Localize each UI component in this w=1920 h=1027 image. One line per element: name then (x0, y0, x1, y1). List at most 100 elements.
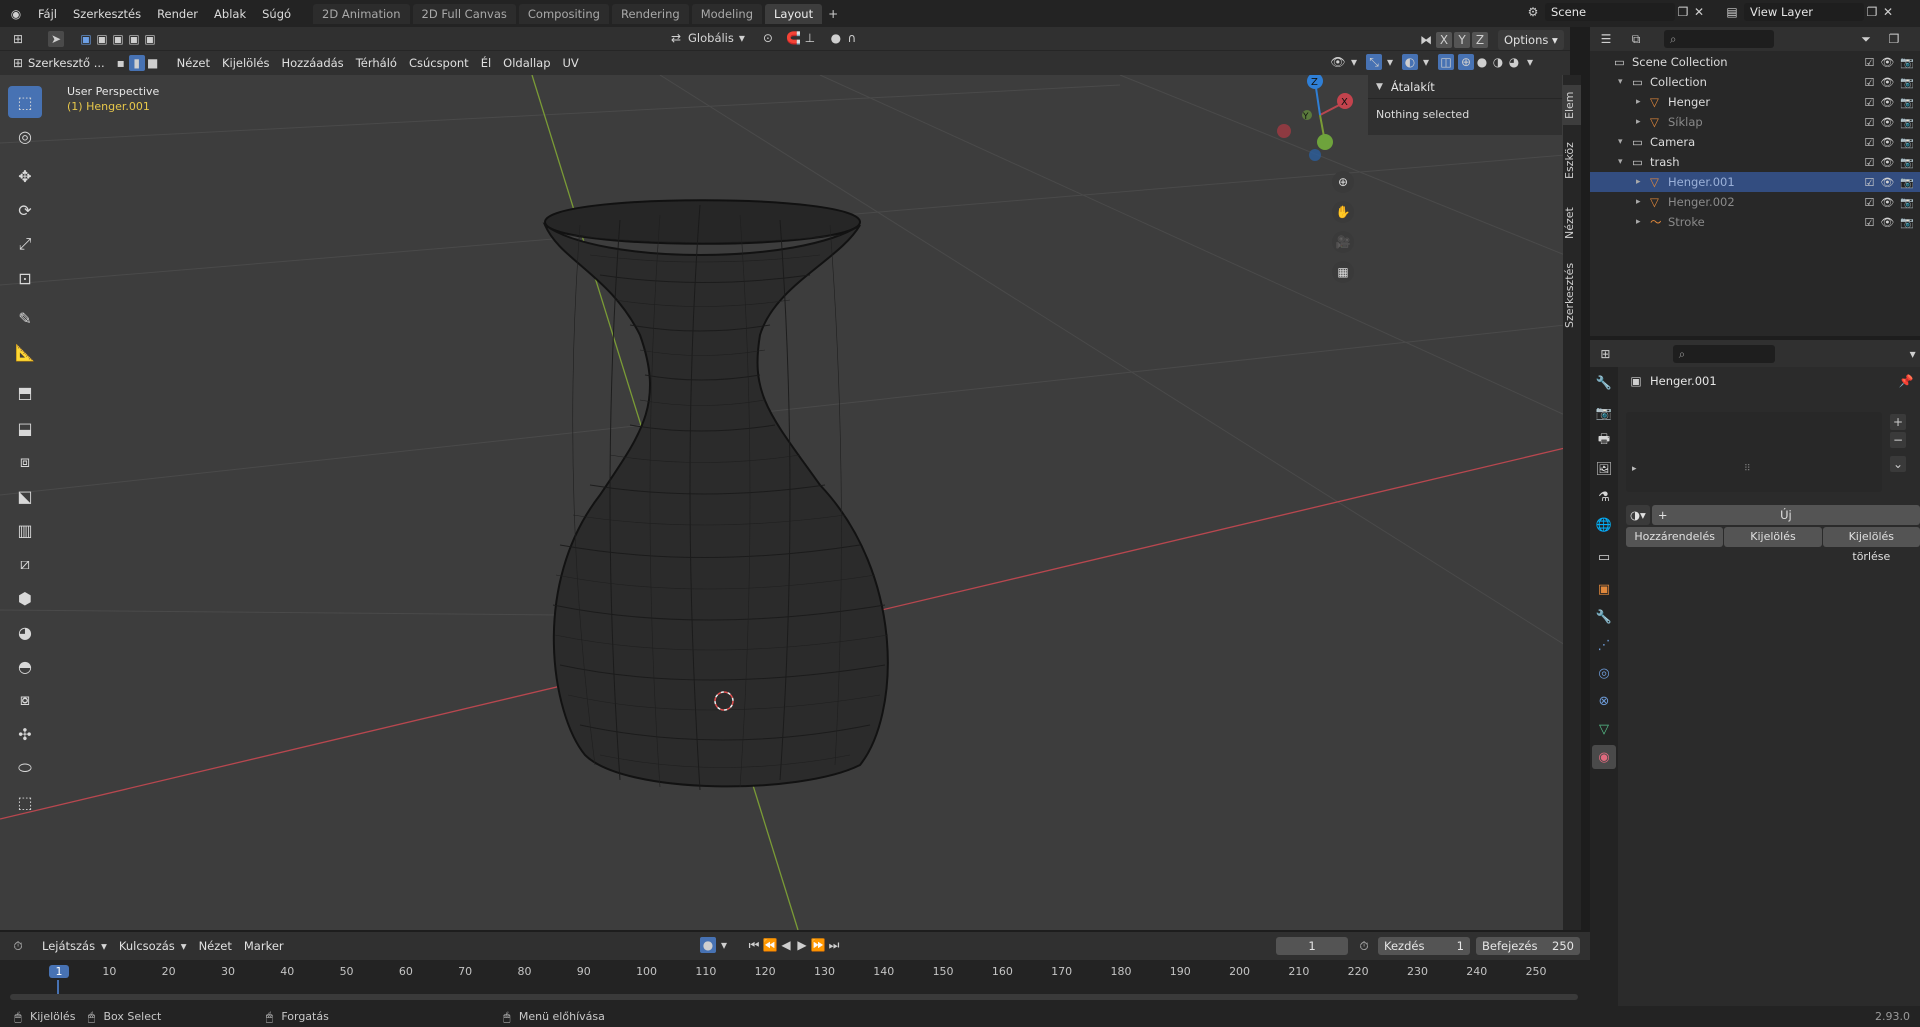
view-layer-field[interactable]: View Layer (1744, 3, 1864, 21)
ortho-grid-icon[interactable]: ▦ (1332, 261, 1354, 283)
collection-props-icon[interactable]: ▭ (1592, 545, 1616, 569)
annotate-tool[interactable]: ✎ (8, 302, 42, 334)
shear-tool[interactable]: ⬭ (8, 752, 42, 784)
constraints-icon[interactable]: ⊗ (1592, 689, 1616, 713)
3d-viewport[interactable]: X Y Z User Perspective (1) Henger.001 ⊕ … (0, 75, 1565, 930)
eye-icon[interactable]: 👁 (1880, 136, 1894, 149)
proportional-icon[interactable]: ● (828, 30, 844, 46)
particles-icon[interactable]: ⋰ (1592, 633, 1616, 657)
scene-props-icon[interactable]: ⚗ (1592, 485, 1616, 509)
select-extend-icon[interactable]: ▣ (94, 31, 110, 47)
play-reverse-icon[interactable]: ◀ (778, 937, 794, 953)
camera-icon[interactable]: 📷 (1900, 196, 1914, 209)
delete-scene-icon[interactable]: ✕ (1691, 4, 1707, 20)
xray-icon[interactable]: ◫ (1438, 54, 1454, 70)
mirror-icon[interactable]: ⧓ (1418, 32, 1434, 48)
camera-icon[interactable]: 📷 (1900, 136, 1914, 149)
pin-icon[interactable]: 📌 (1898, 373, 1914, 389)
loop-cut-tool[interactable]: ▥ (8, 514, 42, 546)
expand-icon[interactable]: ▸ (1636, 117, 1641, 127)
cursor-tool[interactable]: ◎ (8, 120, 42, 152)
outliner-row[interactable]: ▸ 〜 Stroke ☑ 👁 📷 (1590, 212, 1920, 232)
chevron-down-icon[interactable]: ▾ (1905, 346, 1920, 362)
viewport-menu-3[interactable]: Térháló (350, 56, 403, 70)
falloff-icon[interactable]: ∩ (844, 30, 860, 46)
select-invert-icon[interactable]: ▣ (126, 31, 142, 47)
expand-icon[interactable]: ▾ (1618, 137, 1623, 147)
pivot-icon[interactable]: ⊙ (760, 30, 776, 46)
wireframe-shading-icon[interactable]: ⊕ (1458, 54, 1474, 70)
scale-tool[interactable]: ⤢ (8, 228, 42, 260)
knife-tool[interactable]: ⧄ (8, 548, 42, 580)
filter-icon[interactable]: ⏷ (1858, 31, 1874, 47)
object-props-icon[interactable]: ▣ (1592, 577, 1616, 601)
tab-view[interactable]: Nézet (1563, 197, 1581, 249)
checkbox-icon[interactable]: ☑ (1864, 76, 1874, 89)
play-icon[interactable]: ▶ (794, 937, 810, 953)
viewport-menu-7[interactable]: UV (557, 56, 585, 70)
checkbox-icon[interactable]: ☑ (1864, 216, 1874, 229)
mirror-x-button[interactable]: X (1436, 32, 1452, 48)
timeline-ruler[interactable]: 1 10 20 30 40 50 60 70 80 90 100 110 120 130 140 150 160… (0, 960, 1590, 1006)
bevel-tool[interactable]: ⬕ (8, 480, 42, 512)
select-new-icon[interactable]: ▣ (78, 31, 94, 47)
viewport-menu-5[interactable]: Él (475, 56, 497, 70)
new-view-layer-icon[interactable]: ❐ (1864, 4, 1880, 20)
checkbox-icon[interactable]: ☑ (1864, 196, 1874, 209)
eye-icon[interactable]: 👁 (1880, 76, 1894, 89)
current-frame-field[interactable]: 1 (1276, 937, 1348, 955)
expand-icon[interactable]: ▾ (1618, 77, 1623, 87)
mesh-data-icon[interactable]: ▽ (1592, 717, 1616, 741)
options-dropdown[interactable]: Options ▾ (1498, 30, 1564, 50)
outliner-search-input[interactable]: ⌕ (1664, 30, 1774, 48)
blender-logo-icon[interactable]: ◉ (8, 6, 24, 22)
overlay-icon[interactable]: ◐ (1402, 54, 1418, 70)
gizmo-icon[interactable]: ⤡ (1366, 54, 1382, 70)
expand-icon[interactable]: ▸ (1636, 197, 1641, 207)
inset-tool[interactable]: ⧈ (8, 446, 42, 478)
select-button[interactable]: Kijelölés (1724, 527, 1822, 547)
timeline-menu-3[interactable]: Marker (238, 939, 290, 953)
modifier-icon[interactable]: 🔧 (1592, 605, 1616, 629)
material-icon[interactable]: ◉ (1592, 745, 1616, 769)
output-icon[interactable]: 🖶 (1592, 429, 1616, 453)
properties-editor-icon[interactable]: ⊞ (1598, 346, 1613, 362)
expand-icon[interactable]: ▸ (1632, 464, 1637, 474)
render-icon[interactable]: 📷 (1592, 401, 1616, 425)
move-tool[interactable]: ✥ (8, 160, 42, 192)
rip-tool[interactable]: ⬚ (8, 786, 42, 818)
outliner-row[interactable]: ▸ ▽ Henger.001 ☑ 👁 📷 (1590, 172, 1920, 192)
checkbox-icon[interactable]: ☑ (1864, 56, 1874, 69)
material-browse-button[interactable]: ◑▾ (1626, 505, 1650, 525)
expand-icon[interactable]: ▸ (1636, 177, 1641, 187)
outliner-row[interactable]: ▸ ▽ Síklap ☑ 👁 📷 (1590, 112, 1920, 132)
zoom-icon[interactable]: ⊕ (1332, 171, 1354, 193)
transform-tool[interactable]: ⊡ (8, 262, 42, 294)
outliner-row[interactable]: ▾ ▭ Camera ☑ 👁 📷 (1590, 132, 1920, 152)
menu-3[interactable]: Ablak (206, 4, 254, 24)
checkbox-icon[interactable]: ☑ (1864, 176, 1874, 189)
viewport-menu-4[interactable]: Csúcspont (403, 56, 475, 70)
record-icon[interactable]: ● (700, 937, 716, 953)
snap-icon[interactable]: 🧲 (786, 30, 802, 46)
stopwatch-icon[interactable]: ⏱ (1356, 938, 1372, 954)
select-subtract-icon[interactable]: ▣ (110, 31, 126, 47)
outliner-row[interactable]: ▾ ▭ Collection ☑ 👁 📷 (1590, 72, 1920, 92)
viewport-menu-0[interactable]: Nézet (171, 56, 216, 70)
menu-0[interactable]: Fájl (30, 4, 65, 24)
tool-settings-icon[interactable]: 🔧 (1592, 371, 1616, 395)
world-icon[interactable]: 🌐 (1592, 513, 1616, 537)
extrude-tool[interactable]: ⬓ (8, 412, 42, 444)
checkbox-icon[interactable]: ☑ (1864, 116, 1874, 129)
start-frame-field[interactable]: Kezdés 1 (1378, 937, 1470, 955)
workspace-tab-3[interactable]: Rendering (611, 3, 689, 24)
scene-icon[interactable]: ⚙ (1525, 4, 1541, 20)
tab-edit[interactable]: Szerkesztés (1563, 255, 1581, 335)
physics-icon[interactable]: ◎ (1592, 661, 1616, 685)
material-slot-list[interactable]: ▸ ⠿ (1626, 412, 1882, 492)
workspace-tab-2[interactable]: Compositing (518, 3, 609, 24)
checkbox-icon[interactable]: ☑ (1864, 136, 1874, 149)
camera-icon[interactable]: 📷 (1900, 76, 1914, 89)
display-mode-icon[interactable]: ⧉ (1628, 31, 1644, 47)
resize-handle-icon[interactable]: ⠿ (1744, 464, 1751, 474)
